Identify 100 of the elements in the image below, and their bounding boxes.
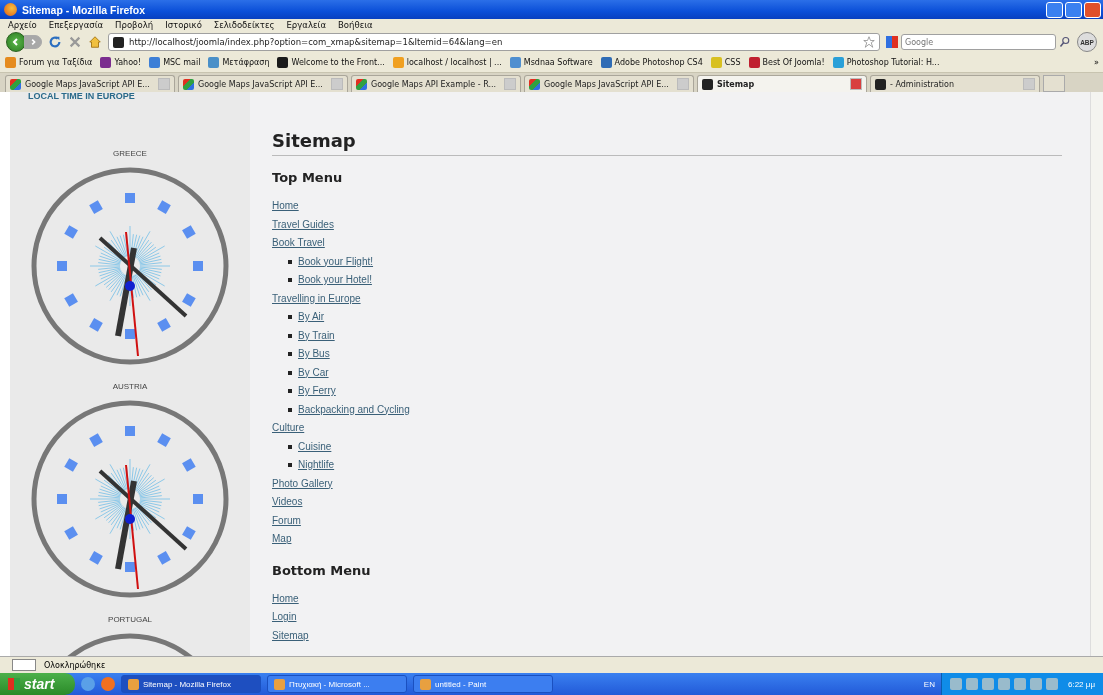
bookmark-item[interactable]: Adobe Photoshop CS4 [600, 57, 703, 68]
sitemap-link[interactable]: Sitemap [272, 629, 309, 641]
minimize-button[interactable] [1046, 1, 1063, 18]
bookmark-item[interactable]: Yahoo! [100, 57, 142, 68]
menu-item[interactable]: Επεξεργασία [48, 20, 104, 30]
window-title: Sitemap - Mozilla Firefox [22, 3, 146, 16]
bullet-icon [288, 444, 292, 449]
taskbar-button[interactable]: untitled - Paint [413, 675, 553, 693]
bookmark-item[interactable]: Μετάφραση [208, 57, 270, 68]
bullet-icon [288, 333, 292, 338]
menu-item[interactable]: Ιστορικό [165, 20, 202, 30]
bookmark-item[interactable]: Photoshop Tutorial: H... [832, 57, 940, 68]
bullet-icon [288, 278, 292, 283]
bookmark-item[interactable]: Welcome to the Front... [277, 57, 385, 68]
tray-icon[interactable] [1014, 678, 1026, 690]
taskbar-button[interactable]: Πτυχιακή - Microsoft ... [267, 675, 407, 693]
reload-icon[interactable] [48, 35, 62, 49]
bookmark-item[interactable]: Forum για Ταξίδια [5, 57, 93, 68]
sitemap-link[interactable]: Photo Gallery [272, 477, 333, 489]
bullet-icon [288, 407, 292, 412]
sitemap-link[interactable]: Cuisine [298, 437, 332, 456]
sitemap-link[interactable]: Travel Guides [272, 218, 334, 230]
sitemap-link[interactable]: Home [272, 200, 299, 211]
browser-tab[interactable]: - Administration [870, 75, 1040, 92]
browser-tab[interactable]: Google Maps JavaScript API E... [5, 75, 175, 92]
tray-icon[interactable] [998, 678, 1010, 690]
menu-item[interactable]: Αρχείο [8, 20, 37, 30]
sidebar-heading: LOCAL TIME IN EUROPE [28, 92, 135, 101]
sitemap-link[interactable]: Forum [272, 514, 301, 526]
bullet-icon [288, 389, 292, 394]
favicon-icon [113, 36, 124, 48]
sitemap-link[interactable]: By Bus [298, 345, 330, 364]
star-icon[interactable] [863, 36, 875, 48]
browser-icon[interactable] [81, 677, 95, 691]
country-label: AUSTRIA [112, 382, 148, 391]
section-heading: Bottom Menu [272, 562, 372, 578]
bookmark-item[interactable]: MSC mail [149, 57, 201, 68]
section-heading: Top Menu [272, 170, 344, 185]
bookmark-item[interactable]: Best Of Joomla! [748, 57, 825, 68]
address-field[interactable]: http://localhost/joomla/index.php?option=com_xmap&sitemap=1&Itemid=64&lang=en [108, 33, 880, 51]
firefox-icon[interactable] [101, 677, 115, 691]
firefox-icon [4, 3, 17, 16]
scrollbar[interactable] [1090, 92, 1103, 656]
bookmark-item[interactable]: localhost / localhost | ... [392, 57, 502, 68]
bullet-icon [288, 370, 292, 375]
restore-button[interactable] [1065, 1, 1082, 18]
sitemap-link[interactable]: Book your Flight! [298, 252, 374, 271]
sitemap-link[interactable]: Culture [272, 422, 305, 433]
tray-icon[interactable] [1046, 678, 1058, 690]
home-icon[interactable] [88, 35, 102, 49]
close-button[interactable] [1084, 1, 1101, 18]
back-button[interactable] [6, 32, 26, 52]
bookmark-item[interactable]: Msdnaa Software [509, 57, 593, 68]
tray-icon[interactable] [966, 678, 978, 690]
browser-tab[interactable]: Google Maps API Example - R... [351, 75, 521, 92]
country-label: PORTUGAL [108, 615, 152, 624]
page-title: Sitemap [272, 122, 1062, 156]
status-icon [12, 659, 36, 671]
bullet-icon [288, 352, 292, 357]
tray-icon[interactable] [950, 678, 962, 690]
sitemap-link[interactable]: Travelling in Europe [272, 292, 361, 304]
status-text: Ολοκληρώθηκε [44, 660, 106, 670]
sitemap-link[interactable]: By Car [298, 363, 329, 382]
sitemap-link[interactable]: Home [272, 592, 299, 604]
forward-button[interactable] [24, 35, 42, 49]
sitemap-link[interactable]: By Ferry [298, 382, 336, 401]
chevron-left-icon [11, 37, 21, 47]
sitemap-link[interactable]: Backpacking and Cycling [298, 400, 410, 419]
sitemap-link[interactable]: Map [272, 533, 292, 544]
taskbar-button[interactable]: Sitemap - Mozilla Firefox [121, 675, 261, 693]
bullet-icon [288, 315, 292, 320]
menu-item[interactable]: Σελιδοδείκτες [213, 20, 275, 30]
search-field[interactable]: Google [901, 34, 1056, 50]
sitemap-link[interactable]: By Train [298, 326, 335, 345]
menu-item[interactable]: Προβολή [115, 20, 154, 30]
menu-item[interactable]: Βοήθεια [338, 20, 373, 30]
sitemap-link[interactable]: By Air [298, 308, 325, 327]
bookmark-item[interactable]: CSS [710, 57, 741, 68]
sitemap-link[interactable]: Book your Hotel! [298, 271, 372, 290]
bullet-icon [288, 463, 292, 468]
stop-icon[interactable] [68, 35, 82, 49]
search-icon[interactable] [1059, 36, 1071, 48]
language-indicator: EN [923, 679, 935, 689]
chevron-right-icon [29, 38, 37, 46]
search-engine-icon [886, 36, 898, 48]
country-label: GREECE [113, 149, 147, 158]
browser-tab[interactable]: Google Maps JavaScript API E... [524, 75, 694, 92]
sitemap-link[interactable]: Book Travel [272, 237, 325, 248]
sitemap-link[interactable]: Nightlife [298, 456, 335, 475]
clock-time: 6:22 μμ [1068, 679, 1095, 689]
browser-tab[interactable]: Sitemap [697, 75, 867, 92]
menu-item[interactable]: Εργαλεία [286, 20, 326, 30]
sitemap-link[interactable]: Videos [272, 496, 303, 507]
tray-icon[interactable] [982, 678, 994, 690]
more-bookmarks-button[interactable]: » [1094, 58, 1103, 67]
sitemap-link[interactable]: Login [272, 611, 297, 622]
start-button[interactable]: start [0, 673, 75, 695]
browser-tab[interactable]: Google Maps JavaScript API E... [178, 75, 348, 92]
tray-icon[interactable] [1030, 678, 1042, 690]
new-tab-button[interactable] [1043, 75, 1065, 92]
